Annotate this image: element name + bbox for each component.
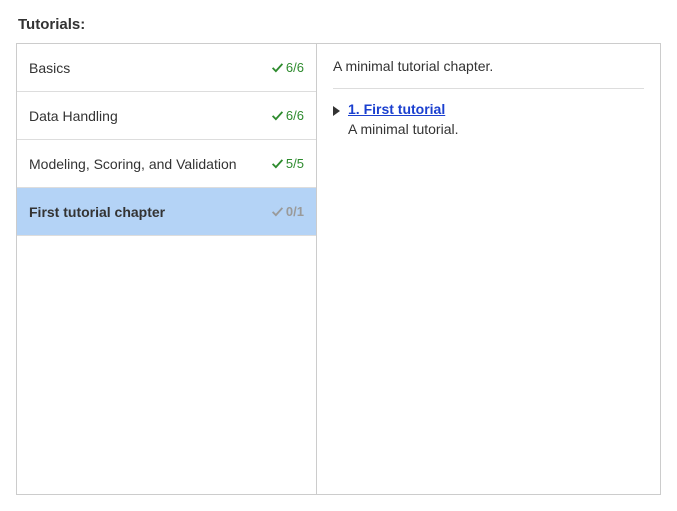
check-icon <box>271 109 284 122</box>
sidebar-item-label: Basics <box>29 60 70 76</box>
detail-pane: A minimal tutorial chapter. 1. First tut… <box>317 44 660 494</box>
sidebar-item-label: Modeling, Scoring, and Validation <box>29 156 237 172</box>
check-icon <box>271 157 284 170</box>
progress-badge: 0/1 <box>271 204 304 219</box>
sidebar-item-first-tutorial-chapter[interactable]: First tutorial chapter 0/1 <box>17 188 316 236</box>
sidebar-item-label: First tutorial chapter <box>29 204 165 220</box>
tutorial-body: 1. First tutorial A minimal tutorial. <box>348 101 644 137</box>
sidebar-item-basics[interactable]: Basics 6/6 <box>17 44 316 92</box>
sidebar-item-label: Data Handling <box>29 108 118 124</box>
tutorial-link[interactable]: 1. First tutorial <box>348 101 445 117</box>
check-icon <box>271 61 284 74</box>
progress-badge: 6/6 <box>271 60 304 75</box>
progress-text: 5/5 <box>286 156 304 171</box>
check-icon <box>271 205 284 218</box>
progress-badge: 6/6 <box>271 108 304 123</box>
tutorials-sidebar: Basics 6/6 Data Handling 6/6 Modeling, S… <box>17 44 317 494</box>
tutorial-description: A minimal tutorial. <box>348 121 644 137</box>
sidebar-item-data-handling[interactable]: Data Handling 6/6 <box>17 92 316 140</box>
progress-text: 6/6 <box>286 60 304 75</box>
progress-badge: 5/5 <box>271 156 304 171</box>
progress-text: 6/6 <box>286 108 304 123</box>
progress-text: 0/1 <box>286 204 304 219</box>
caret-right-icon[interactable] <box>333 106 340 116</box>
chapter-summary: A minimal tutorial chapter. <box>333 58 644 89</box>
sidebar-item-modeling[interactable]: Modeling, Scoring, and Validation 5/5 <box>17 140 316 188</box>
page-title: Tutorials: <box>18 16 661 33</box>
tutorials-panel: Basics 6/6 Data Handling 6/6 Modeling, S… <box>16 43 661 495</box>
tutorial-row: 1. First tutorial A minimal tutorial. <box>333 101 644 137</box>
